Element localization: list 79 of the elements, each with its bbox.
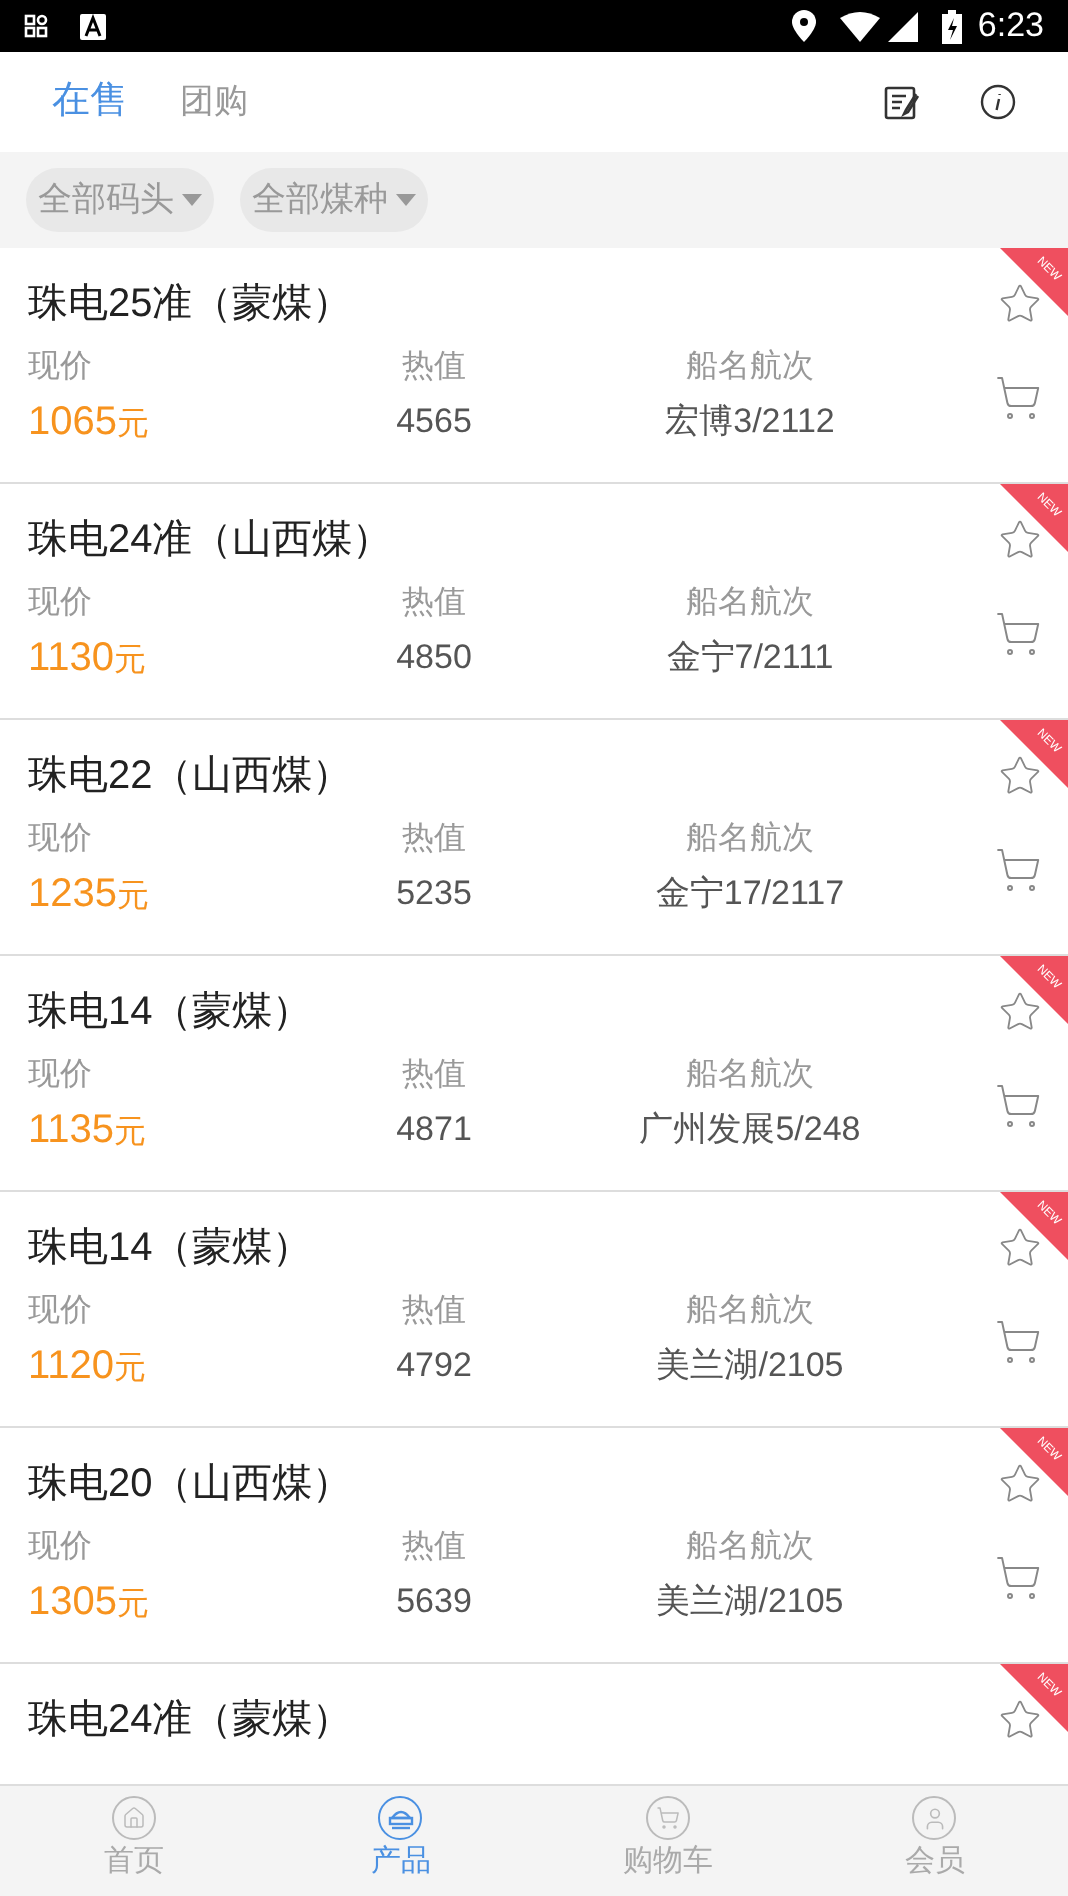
cart-icon[interactable] [994, 846, 1042, 894]
price-value: 1120元 [28, 1342, 149, 1392]
ship-label: 船名航次 [686, 1291, 814, 1332]
filter-dropdown[interactable]: 全部码头 [26, 168, 214, 232]
product-title: 珠电24准（蒙煤） [28, 1696, 355, 1746]
price-label: 现价 [28, 1292, 94, 1332]
signal-icon [887, 11, 918, 41]
tab[interactable]: 团购 [180, 76, 248, 128]
cart-icon[interactable] [994, 1082, 1042, 1130]
heat-value: 4565 [396, 400, 472, 444]
heat-label: 热值 [402, 820, 466, 860]
product-title: 珠电14（蒙煤） [28, 988, 315, 1038]
product-title: 珠电20（山西煤） [28, 1460, 355, 1510]
favorite-star-icon[interactable] [998, 754, 1042, 798]
ship-value: 美兰湖/2105 [656, 1580, 844, 1624]
price-value: 1305元 [28, 1578, 151, 1628]
price-value: 1235元 [28, 870, 151, 920]
favorite-star-icon[interactable] [998, 1462, 1042, 1506]
app-notification-icon [80, 13, 106, 39]
product-title: 珠电22（山西煤） [28, 752, 355, 802]
product-title: 珠电24准（山西煤） [28, 516, 395, 566]
ship-label: 船名航次 [686, 1055, 814, 1096]
home-icon [111, 1796, 156, 1840]
cart-icon [645, 1796, 690, 1840]
wifi-icon [839, 11, 880, 41]
heat-value: 4792 [396, 1344, 472, 1388]
nav-tab[interactable]: 首页 [0, 1786, 267, 1896]
nav-tab[interactable]: 会员 [801, 1786, 1068, 1896]
price-value: 1065元 [28, 398, 151, 448]
ship-value: 广州发展5/248 [639, 1108, 861, 1152]
clock-time: 6:23 [977, 4, 1044, 49]
ship-label: 船名航次 [686, 819, 814, 860]
nav-tab[interactable]: 购物车 [534, 1786, 801, 1896]
price-label: 现价 [28, 348, 94, 388]
cart-icon[interactable] [994, 1318, 1042, 1366]
ship-value: 金宁7/2111 [666, 636, 834, 680]
ship-label: 船名航次 [686, 583, 814, 624]
price-label: 现价 [28, 1056, 94, 1096]
dropdown-caret-icon [182, 194, 202, 206]
favorite-star-icon[interactable] [998, 518, 1042, 562]
ship-value: 美兰湖/2105 [656, 1344, 844, 1388]
price-label: 现价 [28, 1528, 94, 1568]
product-title: 珠电14（蒙煤） [28, 1224, 315, 1274]
tab[interactable]: 在售 [52, 73, 128, 131]
ship-icon [378, 1796, 423, 1840]
heat-label: 热值 [402, 1292, 466, 1332]
price-value: 1135元 [28, 1106, 149, 1156]
heat-value: 5235 [396, 872, 472, 916]
heat-value: 4871 [396, 1108, 472, 1152]
location-icon [791, 10, 816, 42]
grid-icon [24, 14, 48, 38]
price-value: 1130元 [28, 634, 149, 684]
battery-icon [941, 9, 962, 43]
heat-label: 热值 [402, 1056, 466, 1096]
product-title: 珠电25准（蒙煤） [28, 280, 355, 330]
ship-value: 宏博3/2112 [665, 400, 835, 444]
info-icon[interactable] [980, 84, 1016, 120]
heat-label: 热值 [402, 348, 466, 388]
heat-label: 热值 [402, 584, 466, 624]
favorite-star-icon[interactable] [998, 282, 1042, 326]
price-label: 现价 [28, 584, 94, 624]
filter-dropdown[interactable]: 全部煤种 [240, 168, 428, 232]
cart-icon[interactable] [994, 374, 1042, 422]
favorite-star-icon[interactable] [998, 1226, 1042, 1270]
cart-icon[interactable] [994, 1554, 1042, 1602]
heat-value: 5639 [396, 1580, 472, 1624]
price-label: 现价 [28, 820, 94, 860]
ship-value: 金宁17/2117 [655, 872, 845, 916]
heat-label: 热值 [402, 1528, 466, 1568]
dropdown-caret-icon [396, 194, 416, 206]
ship-label: 船名航次 [686, 347, 814, 388]
cart-icon[interactable] [994, 610, 1042, 658]
edit-note-icon[interactable] [884, 85, 920, 119]
heat-value: 4850 [396, 636, 472, 680]
user-icon [912, 1796, 957, 1840]
favorite-star-icon[interactable] [998, 1698, 1042, 1742]
favorite-star-icon[interactable] [998, 990, 1042, 1034]
ship-label: 船名航次 [686, 1527, 814, 1568]
nav-tab[interactable]: 产品 [267, 1786, 534, 1896]
